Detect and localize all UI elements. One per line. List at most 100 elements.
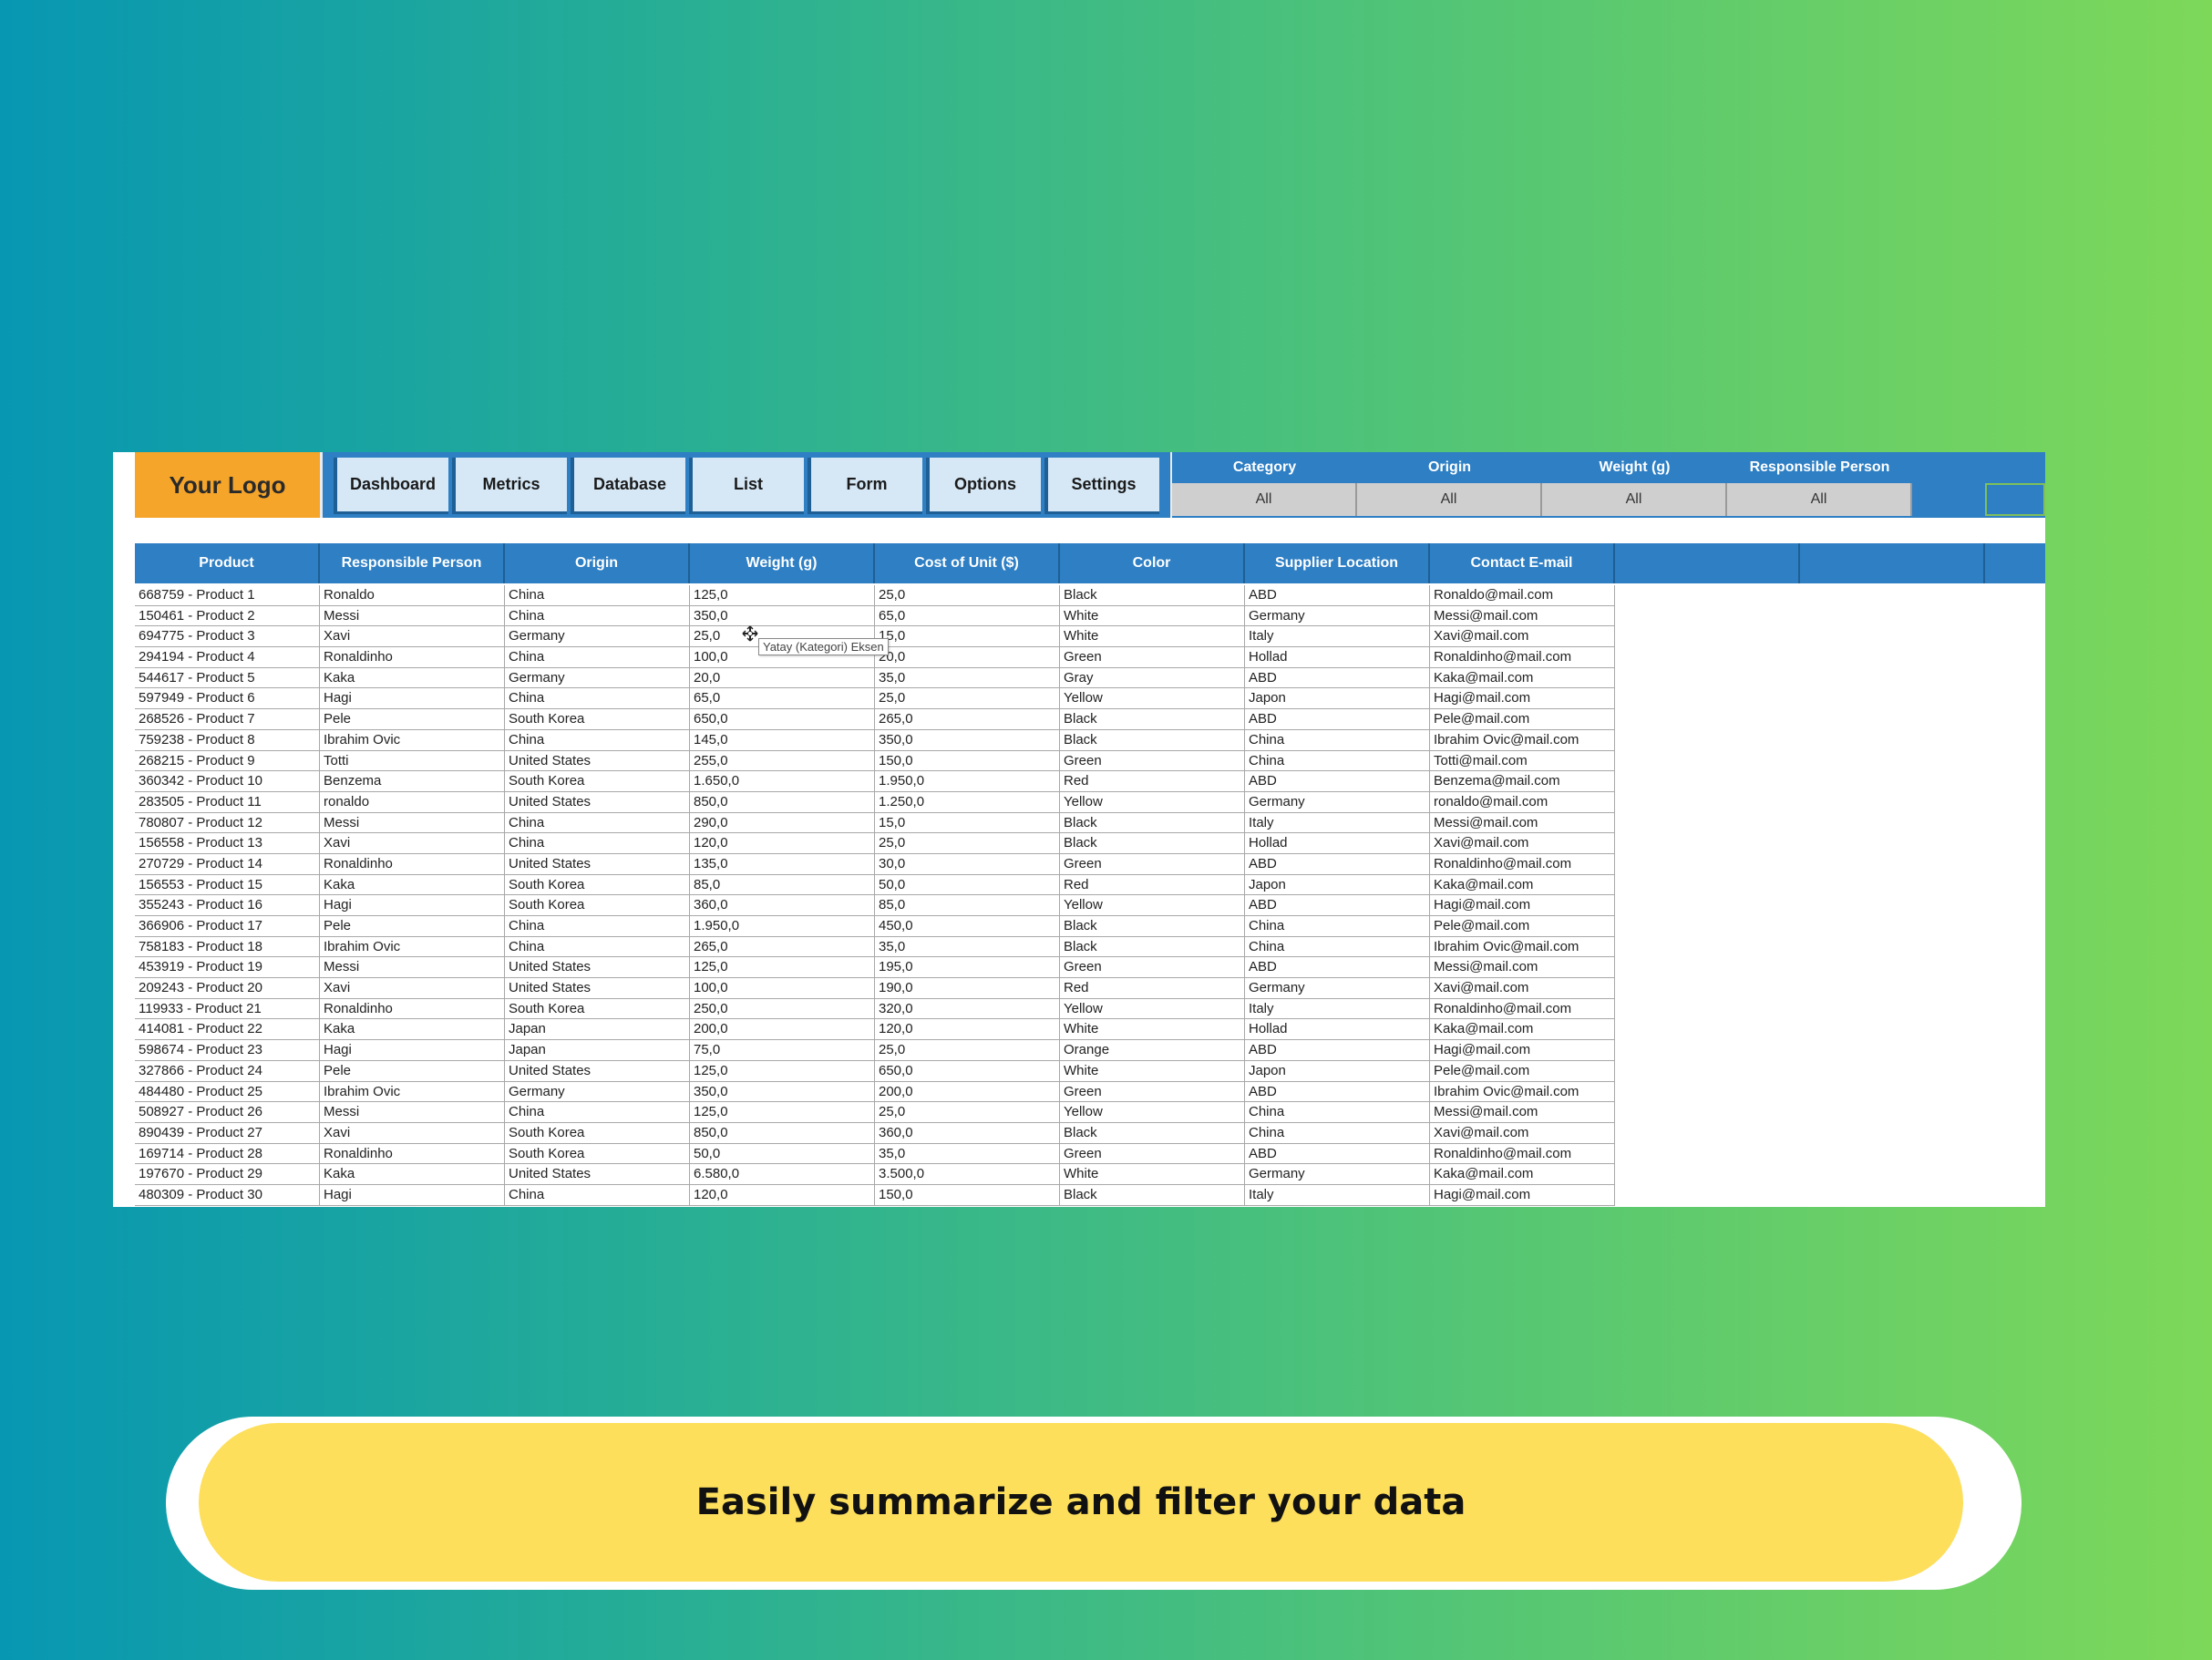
table-cell[interactable]: Hollad	[1245, 647, 1430, 668]
table-cell[interactable]: 850,0	[690, 1122, 875, 1144]
table-cell[interactable]: 35,0	[875, 1143, 1060, 1165]
table-cell[interactable]: Messi	[320, 812, 505, 834]
table-cell[interactable]: South Korea	[505, 874, 690, 896]
table-cell[interactable]: 145,0	[690, 729, 875, 751]
table-cell[interactable]: Ronaldinho	[320, 998, 505, 1020]
table-cell[interactable]: Xavi	[320, 626, 505, 648]
table-cell[interactable]: White	[1060, 1060, 1245, 1082]
table-cell[interactable]: 20,0	[690, 667, 875, 689]
table-cell[interactable]: 125,0	[690, 1060, 875, 1082]
table-cell[interactable]: Kaka	[320, 874, 505, 896]
table-cell[interactable]: 268526 - Product 7	[135, 709, 320, 730]
filter-weight-select[interactable]: All	[1542, 483, 1727, 516]
table-cell[interactable]: 20,0	[875, 647, 1060, 668]
table-cell[interactable]: 360,0	[690, 895, 875, 916]
table-cell[interactable]: 125,0	[690, 957, 875, 979]
table-cell[interactable]: 50,0	[875, 874, 1060, 896]
table-cell[interactable]: ABD	[1245, 1081, 1430, 1103]
table-cell[interactable]: ABD	[1245, 1040, 1430, 1061]
table-cell[interactable]: 25,0	[875, 833, 1060, 854]
table-cell[interactable]: ABD	[1245, 709, 1430, 730]
table-cell[interactable]: 25,0	[875, 1040, 1060, 1061]
table-cell[interactable]: 650,0	[690, 709, 875, 730]
table-cell[interactable]: 780807 - Product 12	[135, 812, 320, 834]
table-cell[interactable]: China	[505, 916, 690, 937]
table-cell[interactable]: ABD	[1245, 957, 1430, 979]
tab-dashboard[interactable]: Dashboard	[334, 458, 448, 514]
table-cell[interactable]: United States	[505, 853, 690, 875]
table-cell[interactable]: China	[1245, 936, 1430, 958]
table-cell[interactable]: 544617 - Product 5	[135, 667, 320, 689]
table-cell[interactable]: Hagi@mail.com	[1430, 895, 1615, 916]
table-cell[interactable]: Ibrahim Ovic	[320, 729, 505, 751]
table-cell[interactable]: China	[505, 936, 690, 958]
table-cell[interactable]: Ronaldinho@mail.com	[1430, 647, 1615, 668]
table-cell[interactable]: 265,0	[690, 936, 875, 958]
table-cell[interactable]: 890439 - Product 27	[135, 1122, 320, 1144]
table-cell[interactable]: Hagi@mail.com	[1430, 688, 1615, 710]
table-cell[interactable]: ABD	[1245, 1143, 1430, 1165]
table-cell[interactable]: Black	[1060, 916, 1245, 937]
table-cell[interactable]: Totti	[320, 750, 505, 772]
table-cell[interactable]: China	[505, 729, 690, 751]
table-cell[interactable]: 320,0	[875, 998, 1060, 1020]
table-cell[interactable]: Green	[1060, 853, 1245, 875]
table-cell[interactable]: 283505 - Product 11	[135, 791, 320, 813]
table-cell[interactable]: White	[1060, 1019, 1245, 1041]
table-cell[interactable]: Germany	[1245, 791, 1430, 813]
tab-database[interactable]: Database	[571, 458, 685, 514]
table-cell[interactable]: Pele	[320, 709, 505, 730]
table-cell[interactable]: 484480 - Product 25	[135, 1081, 320, 1103]
table-cell[interactable]: Hagi@mail.com	[1430, 1184, 1615, 1206]
table-cell[interactable]: Benzema	[320, 771, 505, 792]
table-cell[interactable]: Gray	[1060, 667, 1245, 689]
table-cell[interactable]: Yellow	[1060, 1102, 1245, 1123]
table-cell[interactable]: Messi@mail.com	[1430, 1102, 1615, 1123]
table-cell[interactable]: China	[1245, 1122, 1430, 1144]
table-cell[interactable]: 197670 - Product 29	[135, 1164, 320, 1185]
table-cell[interactable]: White	[1060, 1164, 1245, 1185]
table-cell[interactable]: 414081 - Product 22	[135, 1019, 320, 1041]
table-cell[interactable]: 366906 - Product 17	[135, 916, 320, 937]
table-cell[interactable]: 75,0	[690, 1040, 875, 1061]
table-cell[interactable]: Hollad	[1245, 1019, 1430, 1041]
table-cell[interactable]: Ibrahim Ovic	[320, 1081, 505, 1103]
column-header[interactable]: Cost of Unit ($)	[875, 543, 1060, 583]
table-cell[interactable]: China	[505, 647, 690, 668]
table-cell[interactable]: China	[505, 1102, 690, 1123]
table-cell[interactable]: Ibrahim Ovic@mail.com	[1430, 936, 1615, 958]
table-cell[interactable]: 209243 - Product 20	[135, 978, 320, 999]
table-cell[interactable]: United States	[505, 750, 690, 772]
table-cell[interactable]: Ronaldinho	[320, 1143, 505, 1165]
table-cell[interactable]: 450,0	[875, 916, 1060, 937]
table-cell[interactable]: Japon	[1245, 688, 1430, 710]
table-cell[interactable]: 350,0	[690, 605, 875, 627]
table-cell[interactable]: 597949 - Product 6	[135, 688, 320, 710]
tab-list[interactable]: List	[689, 458, 804, 514]
table-cell[interactable]: Ronaldinho@mail.com	[1430, 1143, 1615, 1165]
table-cell[interactable]: 195,0	[875, 957, 1060, 979]
table-cell[interactable]: 25,0	[875, 688, 1060, 710]
table-cell[interactable]: 169714 - Product 28	[135, 1143, 320, 1165]
table-cell[interactable]: Black	[1060, 1184, 1245, 1206]
table-cell[interactable]: 694775 - Product 3	[135, 626, 320, 648]
table-cell[interactable]: Hagi	[320, 688, 505, 710]
table-cell[interactable]: ronaldo	[320, 791, 505, 813]
table-cell[interactable]: South Korea	[505, 998, 690, 1020]
table-cell[interactable]: Ibrahim Ovic@mail.com	[1430, 729, 1615, 751]
table-cell[interactable]: Black	[1060, 812, 1245, 834]
table-cell[interactable]: Hagi	[320, 1040, 505, 1061]
tab-metrics[interactable]: Metrics	[452, 458, 567, 514]
table-cell[interactable]: Green	[1060, 647, 1245, 668]
table-cell[interactable]: Germany	[1245, 605, 1430, 627]
table-cell[interactable]: Black	[1060, 833, 1245, 854]
table-cell[interactable]: Yellow	[1060, 895, 1245, 916]
table-cell[interactable]: ABD	[1245, 771, 1430, 792]
table-cell[interactable]: United States	[505, 1164, 690, 1185]
table-cell[interactable]: Ronaldinho	[320, 647, 505, 668]
table-cell[interactable]: Hagi	[320, 1184, 505, 1206]
table-cell[interactable]: Yellow	[1060, 791, 1245, 813]
table-cell[interactable]: Kaka	[320, 1164, 505, 1185]
table-cell[interactable]: 85,0	[690, 874, 875, 896]
column-header[interactable]: Origin	[505, 543, 690, 583]
